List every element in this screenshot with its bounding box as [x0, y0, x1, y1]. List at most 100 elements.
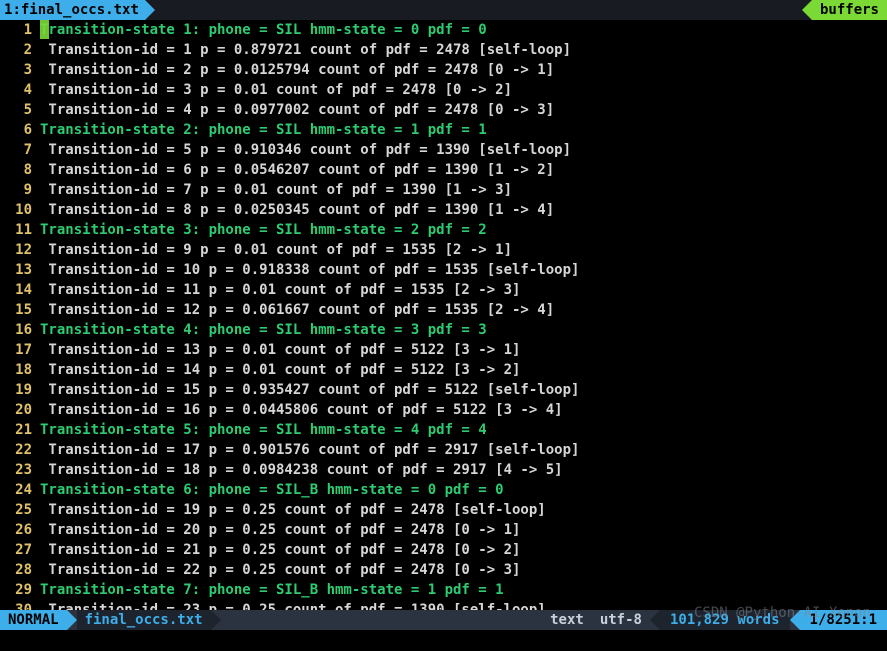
transition-id-line: Transition-id = 12 p = 0.061667 count of…	[40, 300, 887, 320]
line-number: 17	[0, 340, 40, 360]
editor-line[interactable]: 28 Transition-id = 22 p = 0.25 count of …	[0, 560, 887, 580]
editor-line[interactable]: 8 Transition-id = 6 p = 0.0546207 count …	[0, 160, 887, 180]
separator-icon	[67, 610, 77, 630]
line-number: 12	[0, 240, 40, 260]
editor-line[interactable]: 12 Transition-id = 9 p = 0.01 count of p…	[0, 240, 887, 260]
editor-line[interactable]: 4 Transition-id = 3 p = 0.01 count of pd…	[0, 80, 887, 100]
editor-viewport[interactable]: 1Transition-state 1: phone = SIL hmm-sta…	[0, 20, 887, 610]
tab-index: 1	[4, 0, 12, 20]
statusline-encoding: utf-8	[592, 610, 650, 630]
transition-id-line: Transition-id = 3 p = 0.01 count of pdf …	[40, 80, 887, 100]
transition-state-line: Transition-state 3: phone = SIL hmm-stat…	[40, 220, 887, 240]
transition-id-line: Transition-id = 7 p = 0.01 count of pdf …	[40, 180, 887, 200]
transition-id-line: Transition-id = 5 p = 0.910346 count of …	[40, 140, 887, 160]
line-number: 16	[0, 320, 40, 340]
line-number: 2	[0, 40, 40, 60]
line-number: 26	[0, 520, 40, 540]
line-number: 19	[0, 380, 40, 400]
cursor	[40, 20, 49, 39]
editor-line[interactable]: 16Transition-state 4: phone = SIL hmm-st…	[0, 320, 887, 340]
editor-line[interactable]: 5 Transition-id = 4 p = 0.0977002 count …	[0, 100, 887, 120]
command-line[interactable]	[0, 630, 887, 650]
mode-indicator: NORMAL	[0, 610, 67, 630]
tabline: 1: final_occs.txt buffers	[0, 0, 887, 20]
transition-state-line: Transition-state 1: phone = SIL hmm-stat…	[40, 20, 887, 40]
editor-line[interactable]: 21Transition-state 5: phone = SIL hmm-st…	[0, 420, 887, 440]
editor-line[interactable]: 23 Transition-id = 18 p = 0.0984238 coun…	[0, 460, 887, 480]
editor-line[interactable]: 19 Transition-id = 15 p = 0.935427 count…	[0, 380, 887, 400]
tab-active[interactable]: 1: final_occs.txt	[0, 0, 145, 20]
transition-state-line: Transition-state 7: phone = SIL_B hmm-st…	[40, 580, 887, 600]
transition-id-line: Transition-id = 8 p = 0.0250345 count of…	[40, 200, 887, 220]
editor-line[interactable]: 30 Transition-id = 23 p = 0.25 count of …	[0, 600, 887, 610]
tabline-spacer	[155, 0, 802, 20]
mode-text: NORMAL	[8, 610, 59, 630]
editor-line[interactable]: 15 Transition-id = 12 p = 0.061667 count…	[0, 300, 887, 320]
tab-filename: final_occs.txt	[21, 0, 139, 20]
line-number: 15	[0, 300, 40, 320]
transition-id-line: Transition-id = 4 p = 0.0977002 count of…	[40, 100, 887, 120]
transition-id-line: Transition-id = 1 p = 0.879721 count of …	[40, 40, 887, 60]
editor-line[interactable]: 26 Transition-id = 20 p = 0.25 count of …	[0, 520, 887, 540]
separator-icon	[790, 610, 800, 630]
line-number: 22	[0, 440, 40, 460]
line-number: 30	[0, 600, 40, 610]
statusline: NORMAL final_occs.txt text utf-8 101,829…	[0, 610, 887, 630]
line-number: 21	[0, 420, 40, 440]
editor-line[interactable]: 20 Transition-id = 16 p = 0.0445806 coun…	[0, 400, 887, 420]
line-number: 28	[0, 560, 40, 580]
editor-line[interactable]: 27 Transition-id = 21 p = 0.25 count of …	[0, 540, 887, 560]
transition-id-line: Transition-id = 6 p = 0.0546207 count of…	[40, 160, 887, 180]
line-number: 3	[0, 60, 40, 80]
editor-line[interactable]: 24Transition-state 6: phone = SIL_B hmm-…	[0, 480, 887, 500]
buffers-button[interactable]: buffers	[812, 0, 887, 20]
transition-id-line: Transition-id = 19 p = 0.25 count of pdf…	[40, 500, 887, 520]
transition-id-line: Transition-id = 9 p = 0.01 count of pdf …	[40, 240, 887, 260]
transition-state-line: Transition-state 6: phone = SIL_B hmm-st…	[40, 480, 887, 500]
buffers-separator-icon	[802, 0, 812, 20]
separator-icon	[211, 610, 221, 630]
editor-line[interactable]: 3 Transition-id = 2 p = 0.0125794 count …	[0, 60, 887, 80]
editor-line[interactable]: 9 Transition-id = 7 p = 0.01 count of pd…	[0, 180, 887, 200]
line-number: 25	[0, 500, 40, 520]
editor-line[interactable]: 11Transition-state 3: phone = SIL hmm-st…	[0, 220, 887, 240]
editor-line[interactable]: 6Transition-state 2: phone = SIL hmm-sta…	[0, 120, 887, 140]
line-number: 5	[0, 100, 40, 120]
transition-id-line: Transition-id = 22 p = 0.25 count of pdf…	[40, 560, 887, 580]
transition-id-line: Transition-id = 2 p = 0.0125794 count of…	[40, 60, 887, 80]
transition-id-line: Transition-id = 10 p = 0.918338 count of…	[40, 260, 887, 280]
editor-line[interactable]: 7 Transition-id = 5 p = 0.910346 count o…	[0, 140, 887, 160]
editor-line[interactable]: 22 Transition-id = 17 p = 0.901576 count…	[0, 440, 887, 460]
transition-id-line: Transition-id = 15 p = 0.935427 count of…	[40, 380, 887, 400]
transition-state-line: Transition-state 4: phone = SIL hmm-stat…	[40, 320, 887, 340]
editor-line[interactable]: 13 Transition-id = 10 p = 0.918338 count…	[0, 260, 887, 280]
line-number: 1	[0, 20, 40, 40]
editor-line[interactable]: 14 Transition-id = 11 p = 0.01 count of …	[0, 280, 887, 300]
line-number: 10	[0, 200, 40, 220]
editor-line[interactable]: 2 Transition-id = 1 p = 0.879721 count o…	[0, 40, 887, 60]
transition-id-line: Transition-id = 13 p = 0.01 count of pdf…	[40, 340, 887, 360]
line-number: 27	[0, 540, 40, 560]
line-number: 9	[0, 180, 40, 200]
transition-state-line: Transition-state 5: phone = SIL hmm-stat…	[40, 420, 887, 440]
separator-icon	[650, 610, 660, 630]
line-number: 11	[0, 220, 40, 240]
statusline-filetype: text	[542, 610, 592, 630]
transition-state-line: Transition-state 2: phone = SIL hmm-stat…	[40, 120, 887, 140]
editor-line[interactable]: 29Transition-state 7: phone = SIL_B hmm-…	[0, 580, 887, 600]
transition-id-line: Transition-id = 20 p = 0.25 count of pdf…	[40, 520, 887, 540]
transition-id-line: Transition-id = 11 p = 0.01 count of pdf…	[40, 280, 887, 300]
line-number: 18	[0, 360, 40, 380]
editor-line[interactable]: 17 Transition-id = 13 p = 0.01 count of …	[0, 340, 887, 360]
transition-id-line: Transition-id = 17 p = 0.901576 count of…	[40, 440, 887, 460]
line-number: 13	[0, 260, 40, 280]
editor-line[interactable]: 25 Transition-id = 19 p = 0.25 count of …	[0, 500, 887, 520]
editor-line[interactable]: 1Transition-state 1: phone = SIL hmm-sta…	[0, 20, 887, 40]
editor-line[interactable]: 10 Transition-id = 8 p = 0.0250345 count…	[0, 200, 887, 220]
line-number: 29	[0, 580, 40, 600]
statusline-wordcount: 101,829 words	[660, 610, 790, 630]
editor-line[interactable]: 18 Transition-id = 14 p = 0.01 count of …	[0, 360, 887, 380]
line-number: 20	[0, 400, 40, 420]
line-number: 7	[0, 140, 40, 160]
statusline-spacer	[221, 610, 543, 630]
